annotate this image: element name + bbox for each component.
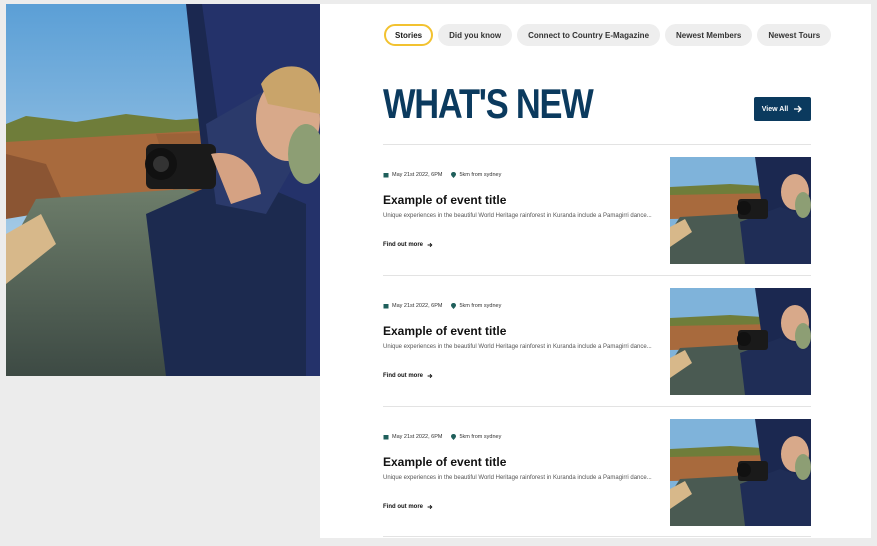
calendar-icon xyxy=(383,173,389,178)
event-date: May 21st 2022, 6PM xyxy=(383,172,442,178)
tab-connect-to-country-e-magazine[interactable]: Connect to Country E-Magazine xyxy=(517,24,661,46)
event-card: May 21st 2022, 6PM 5km from sydney Examp… xyxy=(383,275,811,406)
find-out-more-link[interactable]: Find out more xyxy=(383,242,433,248)
event-location-text: 5km from sydney xyxy=(459,434,502,440)
hero-photo xyxy=(6,4,320,376)
event-meta: May 21st 2022, 6PM 5km from sydney xyxy=(383,172,501,178)
hero-photo-illustration xyxy=(6,4,320,376)
event-thumbnail-image xyxy=(670,157,811,264)
event-description: Unique experiences in the beautiful Worl… xyxy=(383,344,652,350)
event-thumbnail[interactable] xyxy=(670,288,811,395)
location-pin-icon xyxy=(451,172,457,178)
event-date: May 21st 2022, 6PM xyxy=(383,303,442,309)
find-out-more-label: Find out more xyxy=(383,373,423,379)
event-title[interactable]: Example of event title xyxy=(383,324,506,338)
event-card: May 21st 2022, 6PM 5km from sydney Examp… xyxy=(383,144,811,275)
event-thumbnail-image xyxy=(670,419,811,526)
event-date-text: May 21st 2022, 6PM xyxy=(392,172,443,178)
event-date: May 21st 2022, 6PM xyxy=(383,434,442,440)
event-description: Unique experiences in the beautiful Worl… xyxy=(383,213,652,219)
category-tabs: Stories Did you know Connect to Country … xyxy=(384,24,832,46)
find-out-more-link[interactable]: Find out more xyxy=(383,373,433,379)
event-thumbnail[interactable] xyxy=(670,157,811,264)
location-pin-icon xyxy=(451,434,457,440)
event-location-text: 5km from sydney xyxy=(459,303,502,309)
event-list: May 21st 2022, 6PM 5km from sydney Examp… xyxy=(383,144,811,537)
tab-newest-members[interactable]: Newest Members xyxy=(665,24,753,46)
tab-did-you-know[interactable]: Did you know xyxy=(438,24,513,46)
find-out-more-label: Find out more xyxy=(383,504,423,510)
event-date-text: May 21st 2022, 6PM xyxy=(392,434,443,440)
event-description: Unique experiences in the beautiful Worl… xyxy=(383,475,652,481)
event-meta: May 21st 2022, 6PM 5km from sydney xyxy=(383,303,501,309)
view-all-button[interactable]: View All xyxy=(754,97,811,121)
section-title: WHAT'S NEW xyxy=(383,80,594,127)
tab-newest-tours[interactable]: Newest Tours xyxy=(757,24,832,46)
find-out-more-link[interactable]: Find out more xyxy=(383,504,433,510)
event-title[interactable]: Example of event title xyxy=(383,455,506,469)
whats-new-panel: Stories Did you know Connect to Country … xyxy=(320,4,871,538)
arrow-right-icon xyxy=(794,105,803,113)
event-location: 5km from sydney xyxy=(451,172,501,178)
calendar-icon xyxy=(383,435,389,440)
arrow-right-icon xyxy=(427,242,433,248)
event-title[interactable]: Example of event title xyxy=(383,193,506,207)
event-thumbnail-image xyxy=(670,288,811,395)
calendar-icon xyxy=(383,304,389,309)
event-date-text: May 21st 2022, 6PM xyxy=(392,303,443,309)
arrow-right-icon xyxy=(427,373,433,379)
event-location-text: 5km from sydney xyxy=(459,172,502,178)
event-thumbnail[interactable] xyxy=(670,419,811,526)
event-location: 5km from sydney xyxy=(451,434,501,440)
arrow-right-icon xyxy=(427,504,433,510)
tab-stories[interactable]: Stories xyxy=(384,24,434,46)
find-out-more-label: Find out more xyxy=(383,242,423,248)
location-pin-icon xyxy=(451,303,457,309)
event-card: May 21st 2022, 6PM 5km from sydney Examp… xyxy=(383,406,811,537)
view-all-label: View All xyxy=(761,105,789,113)
event-meta: May 21st 2022, 6PM 5km from sydney xyxy=(383,434,501,440)
event-location: 5km from sydney xyxy=(451,303,501,309)
